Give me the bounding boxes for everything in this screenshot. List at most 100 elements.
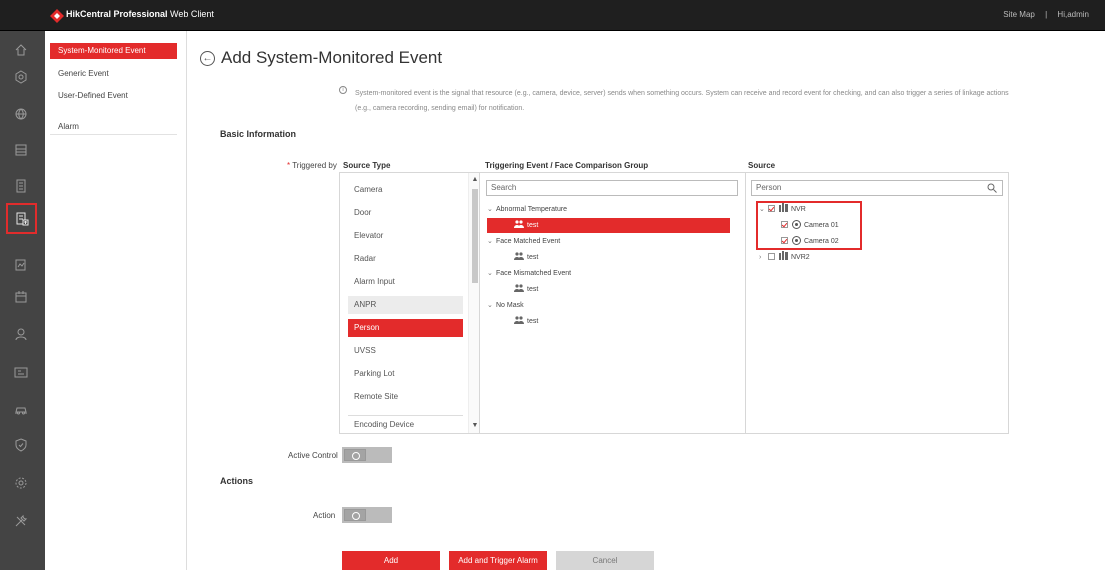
event-item-face-matched-test[interactable]: test	[487, 250, 727, 265]
site-map-link[interactable]: Site Map	[1003, 10, 1035, 19]
person-group-icon	[514, 220, 524, 228]
checkbox-unchecked-icon[interactable]	[768, 253, 775, 260]
source-nvr2-label: NVR2	[791, 254, 810, 261]
source-nvr2[interactable]: › NVR2	[759, 250, 810, 265]
layers-icon[interactable]	[9, 138, 33, 162]
document-icon[interactable]	[9, 174, 33, 198]
main-content: ← Add System-Monitored Event i System-mo…	[188, 31, 1105, 570]
triggered-by-label: * Triggered by	[287, 161, 337, 170]
event-search-input[interactable]: Search	[486, 180, 738, 196]
report-icon[interactable]	[9, 253, 33, 277]
nav-item-alarm[interactable]: Alarm	[50, 119, 177, 135]
person-group-icon	[514, 252, 524, 260]
header-separator: |	[1045, 10, 1048, 19]
source-type-door[interactable]: Door	[348, 204, 463, 222]
gear-icon[interactable]	[9, 471, 33, 495]
home-icon[interactable]	[9, 38, 33, 62]
module-icon-bar	[0, 31, 45, 570]
nvr-device-icon	[779, 251, 788, 260]
source-search-input[interactable]: Person	[751, 180, 1003, 196]
chevron-down-icon[interactable]: ⌄	[487, 298, 496, 313]
source-type-remote-site[interactable]: Remote Site	[348, 388, 463, 406]
active-control-label: Active Control	[288, 451, 338, 460]
action-toggle[interactable]	[342, 507, 392, 523]
person-group-icon	[514, 284, 524, 292]
search-icon[interactable]	[987, 183, 997, 193]
add-button[interactable]: Add	[342, 551, 440, 570]
nav-item-system-monitored-event[interactable]: System-Monitored Event	[50, 43, 177, 59]
shield-icon[interactable]	[9, 433, 33, 457]
target-icon[interactable]	[9, 65, 33, 89]
chevron-down-icon[interactable]: ⌄	[487, 234, 496, 249]
toggle-knob	[344, 449, 366, 461]
source-heading: Source	[748, 161, 776, 170]
event-group-abnormal-temperature[interactable]: ⌄ Abnormal Temperature	[487, 202, 727, 217]
event-group-label: Face Mismatched Event	[496, 270, 572, 277]
event-item-abnormal-temperature-test[interactable]: test	[487, 218, 730, 233]
vehicle-icon[interactable]	[9, 398, 33, 422]
triggering-event-heading: Triggering Event / Face Comparison Group	[485, 161, 649, 170]
scroll-down-icon[interactable]: ▼	[471, 422, 479, 430]
tools-icon[interactable]	[9, 509, 33, 533]
source-type-list: Camera Door Elevator Radar Alarm Input A…	[340, 173, 480, 433]
event-item-label: test	[527, 318, 539, 325]
source-type-camera[interactable]: Camera	[348, 181, 463, 199]
event-group-label: Abnormal Temperature	[496, 206, 568, 213]
hikvision-logo-icon	[50, 9, 64, 23]
globe-icon[interactable]	[9, 102, 33, 126]
person-group-icon	[514, 316, 524, 324]
event-nav: System-Monitored Event Generic Event Use…	[45, 31, 187, 570]
event-group-face-mismatched[interactable]: ⌄ Face Mismatched Event	[487, 266, 727, 281]
toggle-knob	[344, 509, 366, 521]
chevron-right-icon[interactable]: ›	[759, 250, 768, 265]
chevron-down-icon[interactable]: ⌄	[487, 202, 496, 217]
action-label: Action	[313, 511, 336, 520]
source-type-elevator[interactable]: Elevator	[348, 227, 463, 245]
event-item-no-mask-test[interactable]: test	[487, 314, 727, 329]
triggered-by-text: Triggered by	[292, 161, 337, 170]
active-control-toggle[interactable]	[342, 447, 392, 463]
event-group-no-mask[interactable]: ⌄ No Mask	[487, 298, 727, 313]
header-links: Site Map | Hi,admin	[999, 10, 1093, 19]
source-type-parking-lot[interactable]: Parking Lot	[348, 365, 463, 383]
source-type-scrollbar[interactable]: ▲ ▼	[468, 173, 479, 433]
chevron-down-icon[interactable]: ⌄	[487, 266, 496, 281]
calendar-icon[interactable]	[9, 285, 33, 309]
source-highlight-box	[756, 201, 862, 250]
info-text: System-monitored event is the signal tha…	[355, 86, 1060, 116]
scroll-thumb[interactable]	[472, 189, 478, 283]
nav-item-user-defined-event[interactable]: User-Defined Event	[50, 88, 177, 104]
info-line-1: System-monitored event is the signal tha…	[355, 90, 1009, 97]
event-item-label: test	[527, 222, 539, 229]
person-icon[interactable]	[9, 322, 33, 346]
info-line-2: (e.g., camera recording, sending email) …	[355, 105, 525, 112]
event-item-face-mismatched-test[interactable]: test	[487, 282, 727, 297]
required-asterisk: *	[287, 161, 291, 170]
user-menu[interactable]: Hi,admin	[1057, 10, 1089, 19]
event-group-label: Face Matched Event	[496, 238, 561, 245]
add-and-trigger-alarm-button[interactable]: Add and Trigger Alarm	[449, 551, 547, 570]
event-config-icon[interactable]	[6, 203, 37, 234]
triggering-event-tree: Search ⌄ Abnormal Temperature test ⌄ Face …	[481, 173, 746, 433]
nav-item-generic-event[interactable]: Generic Event	[50, 66, 177, 82]
back-arrow-icon[interactable]: ←	[200, 51, 215, 66]
source-type-heading: Source Type	[343, 161, 391, 170]
app-title: HikCentral Professional Web Client	[66, 9, 214, 19]
scroll-up-icon[interactable]: ▲	[471, 176, 479, 184]
source-type-alarm-input[interactable]: Alarm Input	[348, 273, 463, 291]
top-bar: HikCentral Professional Web Client Site …	[0, 0, 1105, 31]
source-type-radar[interactable]: Radar	[348, 250, 463, 268]
card-icon[interactable]	[9, 360, 33, 384]
source-type-anpr[interactable]: ANPR	[348, 296, 463, 314]
source-type-uvss[interactable]: UVSS	[348, 342, 463, 360]
source-type-person[interactable]: Person	[348, 319, 463, 337]
actions-heading: Actions	[220, 476, 254, 486]
event-item-label: test	[527, 254, 539, 261]
event-group-face-matched[interactable]: ⌄ Face Matched Event	[487, 234, 727, 249]
app-title-rest: Web Client	[170, 9, 214, 19]
trigger-panel: Camera Door Elevator Radar Alarm Input A…	[339, 172, 1009, 434]
event-item-label: test	[527, 286, 539, 293]
source-type-encoding-device[interactable]: Encoding Device	[348, 416, 463, 433]
page-title: Add System-Monitored Event	[221, 48, 443, 67]
cancel-button[interactable]: Cancel	[556, 551, 654, 570]
